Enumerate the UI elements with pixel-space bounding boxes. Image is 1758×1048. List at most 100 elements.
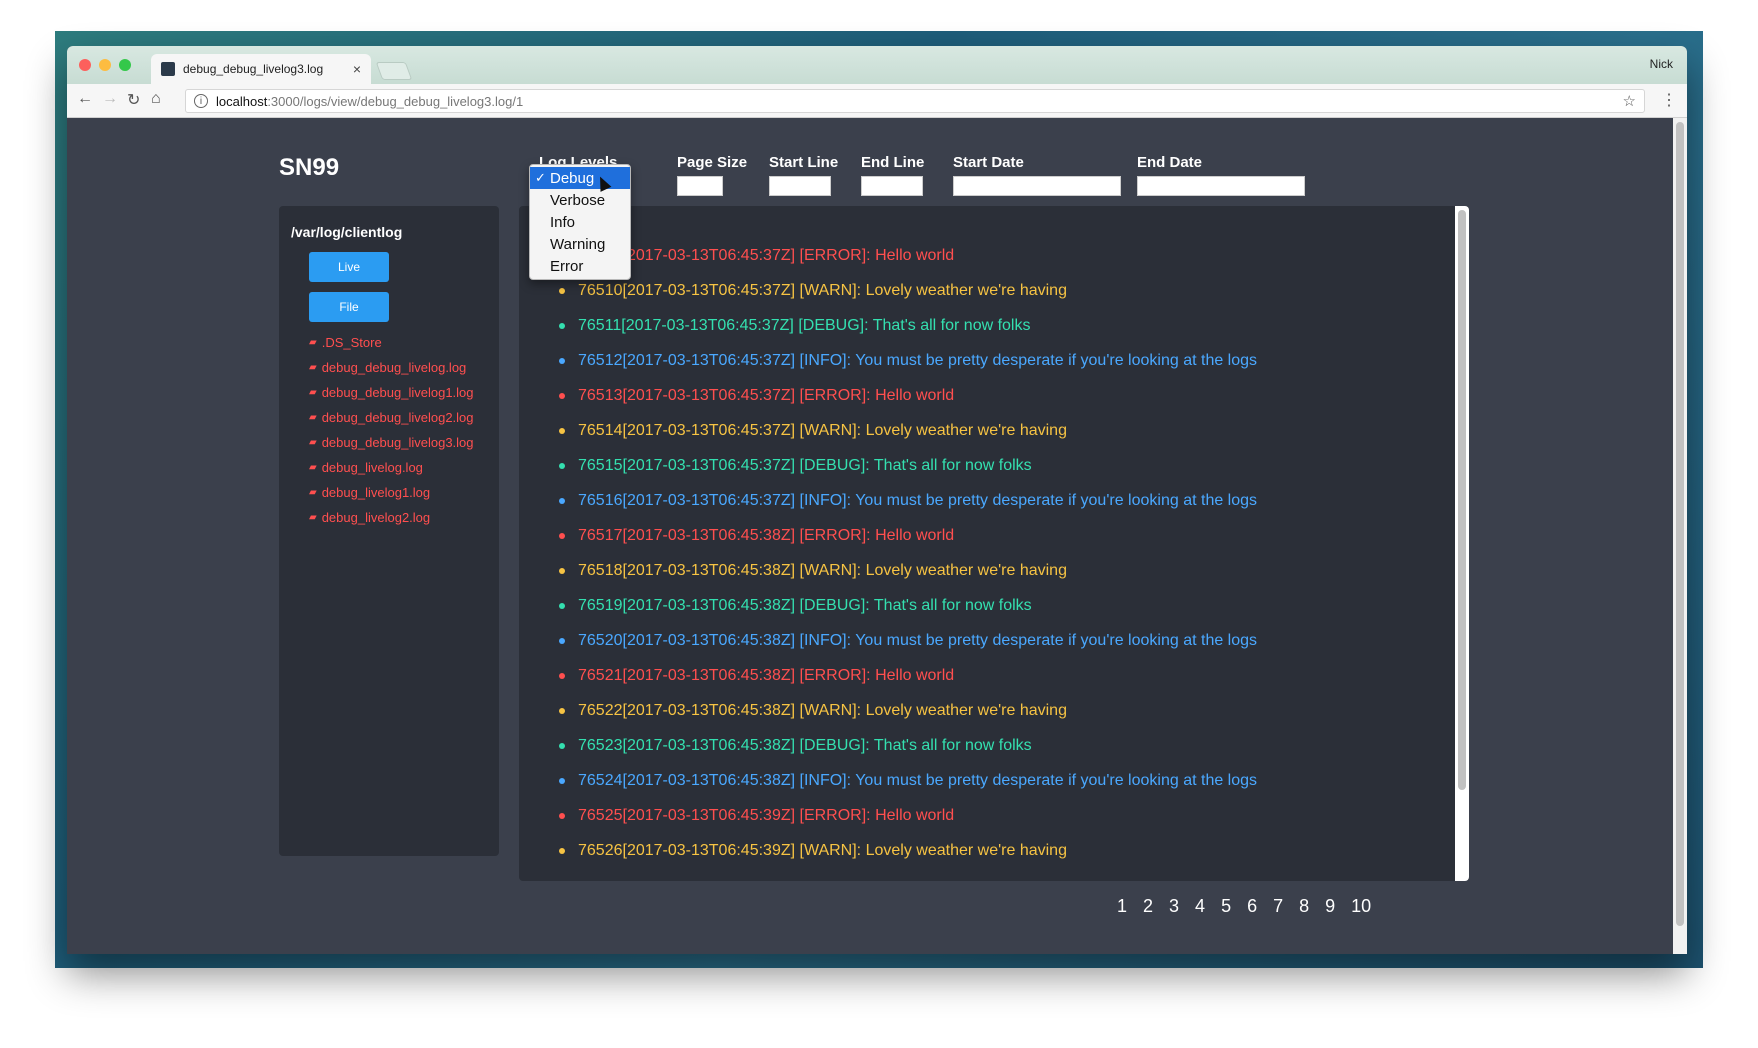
address-bar[interactable]: i localhost :3000/logs/view/debug_debug_…	[185, 89, 1645, 113]
browser-toolbar: ← → ↻ ⌂ i localhost :3000/logs/view/debu…	[67, 84, 1687, 118]
page-link[interactable]: 5	[1221, 896, 1231, 917]
end-line-label: End Line	[861, 154, 925, 171]
live-button[interactable]: Live	[309, 252, 389, 282]
page-content: SN99 Log Levels Page Size Start Line End…	[67, 118, 1687, 954]
log-text: 76526[2017-03-13T06:45:39Z] [WARN]: Love…	[578, 841, 1067, 859]
page-link[interactable]: 3	[1169, 896, 1179, 917]
end-line-input[interactable]	[861, 176, 923, 196]
log-line: 76517[2017-03-13T06:45:38Z] [ERROR]: Hel…	[559, 518, 1257, 553]
log-levels-dropdown[interactable]: ✓ Debug Verbose Info Warning Error	[529, 164, 631, 280]
file-item[interactable]: ▰ debug_livelog1.log	[309, 480, 474, 505]
page-link[interactable]: 10	[1351, 896, 1371, 917]
page-link[interactable]: 7	[1273, 896, 1283, 917]
bullet-icon	[559, 497, 565, 504]
log-scrollbar-thumb[interactable]	[1458, 210, 1466, 790]
file-item[interactable]: ▰ debug_livelog2.log	[309, 505, 474, 530]
log-line: 76524[2017-03-13T06:45:38Z] [INFO]: You …	[559, 763, 1257, 798]
sidebar: /var/log/clientlog Live File ▰ .DS_Store …	[279, 206, 499, 856]
file-item[interactable]: ▰ .DS_Store	[309, 330, 474, 355]
log-level-option-info[interactable]: Info	[530, 211, 630, 233]
file-name: debug_debug_livelog3.log	[321, 435, 474, 450]
bullet-icon	[559, 707, 565, 714]
log-text: 76510[2017-03-13T06:45:37Z] [WARN]: Love…	[578, 281, 1067, 299]
file-icon: ▰	[309, 487, 317, 498]
log-line: 76520[2017-03-13T06:45:38Z] [INFO]: You …	[559, 623, 1257, 658]
option-label: Warning	[550, 235, 606, 253]
file-button[interactable]: File	[309, 292, 389, 322]
info-icon[interactable]: i	[194, 94, 208, 108]
page-link[interactable]: 8	[1299, 896, 1309, 917]
file-item[interactable]: ▰ debug_debug_livelog.log	[309, 355, 474, 380]
page-link[interactable]: 4	[1195, 896, 1205, 917]
bullet-icon	[559, 847, 565, 854]
log-text: 76514[2017-03-13T06:45:37Z] [WARN]: Love…	[578, 421, 1067, 439]
end-date-input[interactable]	[1137, 176, 1305, 196]
log-text: 76516[2017-03-13T06:45:37Z] [INFO]: You …	[578, 491, 1258, 509]
log-line: 76526[2017-03-13T06:45:39Z] [WARN]: Love…	[559, 833, 1257, 868]
sidebar-path: /var/log/clientlog	[291, 224, 403, 240]
browser-menu-icon[interactable]: ⋮	[1661, 90, 1677, 110]
start-line-input[interactable]	[769, 176, 831, 196]
bullet-icon	[559, 812, 565, 819]
page-link[interactable]: 2	[1143, 896, 1153, 917]
file-item[interactable]: ▰ debug_debug_livelog1.log	[309, 380, 474, 405]
file-list: ▰ .DS_Store ▰ debug_debug_livelog.log ▰ deb…	[309, 330, 474, 530]
forward-arrow-icon[interactable]: →	[102, 90, 118, 108]
close-window-button[interactable]	[79, 59, 91, 71]
page-scrollbar-thumb[interactable]	[1676, 122, 1684, 926]
bullet-icon	[559, 462, 565, 469]
bullet-icon	[559, 672, 565, 679]
back-arrow-icon[interactable]: ←	[77, 90, 93, 108]
page-link[interactable]: 6	[1247, 896, 1257, 917]
minimize-window-button[interactable]	[99, 59, 111, 71]
option-label: Debug	[550, 169, 595, 187]
log-line: 76522[2017-03-13T06:45:38Z] [WARN]: Love…	[559, 693, 1257, 728]
file-name: debug_debug_livelog2.log	[321, 410, 474, 425]
favicon-icon	[161, 62, 175, 76]
log-line: 76515[2017-03-13T06:45:37Z] [DEBUG]: Tha…	[559, 448, 1257, 483]
log-text: 76521[2017-03-13T06:45:38Z] [ERROR]: Hel…	[578, 666, 955, 684]
page-link[interactable]: 9	[1325, 896, 1335, 917]
file-item[interactable]: ▰ debug_debug_livelog2.log	[309, 405, 474, 430]
option-label: Error	[550, 257, 584, 275]
new-tab-button[interactable]	[375, 62, 413, 80]
browser-window: debug_debug_livelog3.log × Nick ← → ↻ ⌂ …	[67, 46, 1687, 954]
log-text: 76512[2017-03-13T06:45:37Z] [INFO]: You …	[578, 351, 1258, 369]
url-path: :3000/logs/view/debug_debug_livelog3.log…	[267, 93, 524, 109]
log-text: 76524[2017-03-13T06:45:38Z] [INFO]: You …	[578, 771, 1258, 789]
log-line: 76512[2017-03-13T06:45:37Z] [INFO]: You …	[559, 343, 1257, 378]
tab-bar: debug_debug_livelog3.log × Nick	[67, 46, 1687, 84]
file-icon: ▰	[309, 462, 317, 473]
page-scrollbar[interactable]	[1673, 118, 1687, 954]
log-level-option-verbose[interactable]: Verbose	[530, 189, 630, 211]
bullet-icon	[559, 532, 565, 539]
close-tab-icon[interactable]: ×	[353, 61, 361, 77]
log-text: 76509[2017-03-13T06:45:37Z] [ERROR]: Hel…	[578, 246, 955, 264]
bookmark-star-icon[interactable]: ☆	[1623, 92, 1636, 110]
file-icon: ▰	[309, 512, 317, 523]
file-item[interactable]: ▰ debug_debug_livelog3.log	[309, 430, 474, 455]
file-item[interactable]: ▰ debug_livelog.log	[309, 455, 474, 480]
browser-tab[interactable]: debug_debug_livelog3.log ×	[151, 54, 371, 84]
log-level-option-debug[interactable]: ✓ Debug	[530, 167, 630, 189]
file-name: debug_livelog2.log	[321, 510, 431, 525]
log-panel: 76509[2017-03-13T06:45:37Z] [ERROR]: Hel…	[519, 206, 1469, 881]
log-text: 76517[2017-03-13T06:45:38Z] [ERROR]: Hel…	[578, 526, 955, 544]
log-text: 76520[2017-03-13T06:45:38Z] [INFO]: You …	[578, 631, 1258, 649]
maximize-window-button[interactable]	[119, 59, 131, 71]
tab-title: debug_debug_livelog3.log	[183, 62, 324, 76]
bullet-icon	[559, 322, 565, 329]
reload-icon[interactable]: ↻	[127, 90, 140, 110]
start-date-input[interactable]	[953, 176, 1121, 196]
file-name: debug_livelog.log	[321, 460, 423, 475]
log-scrollbar[interactable]	[1455, 206, 1469, 881]
log-text: 76515[2017-03-13T06:45:37Z] [DEBUG]: Tha…	[578, 456, 1032, 474]
log-level-option-warning[interactable]: Warning	[530, 233, 630, 255]
bullet-icon	[559, 357, 565, 364]
desktop-margin-right	[1703, 0, 1758, 1048]
log-level-option-error[interactable]: Error	[530, 255, 630, 277]
page-size-input[interactable]	[677, 176, 723, 196]
profile-name[interactable]: Nick	[1650, 57, 1673, 71]
page-link[interactable]: 1	[1117, 896, 1127, 917]
home-icon[interactable]: ⌂	[151, 90, 161, 108]
